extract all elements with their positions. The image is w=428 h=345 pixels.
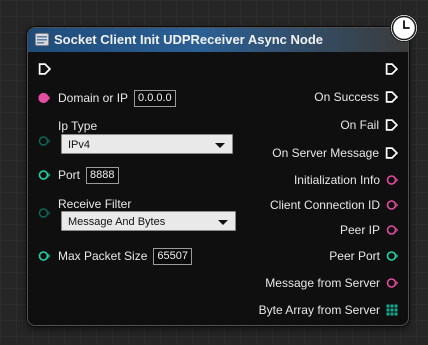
port-label: Port [58,168,81,182]
message-from-server-row[interactable]: Message from Server [265,273,398,293]
enum-pin-icon[interactable] [38,135,50,147]
function-icon [35,33,49,46]
chevron-down-icon [218,220,228,225]
peer-ip-label: Peer IP [339,223,380,237]
message-from-server-label: Message from Server [265,276,380,290]
receive-filter-value: Message And Bytes [68,216,166,228]
max-packet-size-label: Max Packet Size [58,249,148,263]
exec-out-pin-icon[interactable] [385,90,398,104]
exec-out-pin-icon[interactable] [385,146,398,160]
domain-input-row[interactable]: Domain or IP 0.0.0.0 [38,88,176,108]
ip-type-dropdown[interactable]: IPv4 [61,134,233,154]
exec-output-row[interactable] [379,59,398,79]
port-value-field[interactable]: 8888 [86,166,119,184]
string-pin-icon[interactable] [386,224,398,236]
byte-array-from-server-label: Byte Array from Server [258,303,380,317]
node-header[interactable]: Socket Client Init UDPReceiver Async Nod… [28,28,408,53]
async-node[interactable]: Socket Client Init UDPReceiver Async Nod… [27,27,409,326]
string-pin-icon[interactable] [386,199,398,211]
byte-array-from-server-row[interactable]: Byte Array from Server [259,300,398,320]
peer-ip-row[interactable]: Peer IP [340,220,398,240]
domain-label: Domain or IP [58,91,129,105]
initialization-info-label: Initialization Info [293,173,380,187]
string-pin-icon[interactable] [386,277,398,289]
node-title: Socket Client Init UDPReceiver Async Nod… [54,32,323,47]
exec-in-pin-icon[interactable] [38,62,51,76]
initialization-info-row[interactable]: Initialization Info [294,170,398,190]
exec-out-pin-icon[interactable] [385,118,398,132]
int-pin-icon[interactable] [386,250,398,262]
on-success-label: On Success [314,90,379,104]
on-fail-label: On Fail [340,118,379,132]
chevron-down-icon [215,143,225,148]
exec-input-row[interactable] [38,59,59,79]
receive-filter-label: Receive Filter [58,197,132,211]
port-input-row[interactable]: Port 8888 [38,165,119,185]
ip-type-value: IPv4 [68,139,91,151]
on-success-row[interactable]: On Success [314,87,398,107]
receive-filter-dropdown[interactable]: Message And Bytes [61,211,236,231]
ip-type-label: Ip Type [58,119,98,133]
int-pin-icon[interactable] [38,169,50,181]
client-connection-id-row[interactable]: Client Connection ID [270,195,398,215]
array-pin-icon[interactable] [386,304,398,316]
domain-value-field[interactable]: 0.0.0.0 [134,89,176,107]
ip-type-pin-row[interactable] [38,131,58,151]
peer-port-label: Peer Port [329,249,380,263]
receive-filter-pin-row[interactable] [38,203,58,223]
int-pin-icon[interactable] [38,250,50,262]
client-connection-id-label: Client Connection ID [269,198,380,212]
clock-icon [390,14,418,42]
enum-pin-icon[interactable] [38,207,50,219]
max-packet-size-value-field[interactable]: 65507 [153,247,192,265]
string-pin-icon[interactable] [386,174,398,186]
exec-out-pin-icon[interactable] [385,62,398,76]
on-fail-row[interactable]: On Fail [340,115,398,135]
max-packet-size-row[interactable]: Max Packet Size 65507 [38,246,192,266]
on-server-message-row[interactable]: On Server Message [272,143,398,163]
peer-port-row[interactable]: Peer Port [329,246,398,266]
on-server-message-label: On Server Message [272,146,379,160]
string-pin-icon[interactable] [38,92,50,104]
